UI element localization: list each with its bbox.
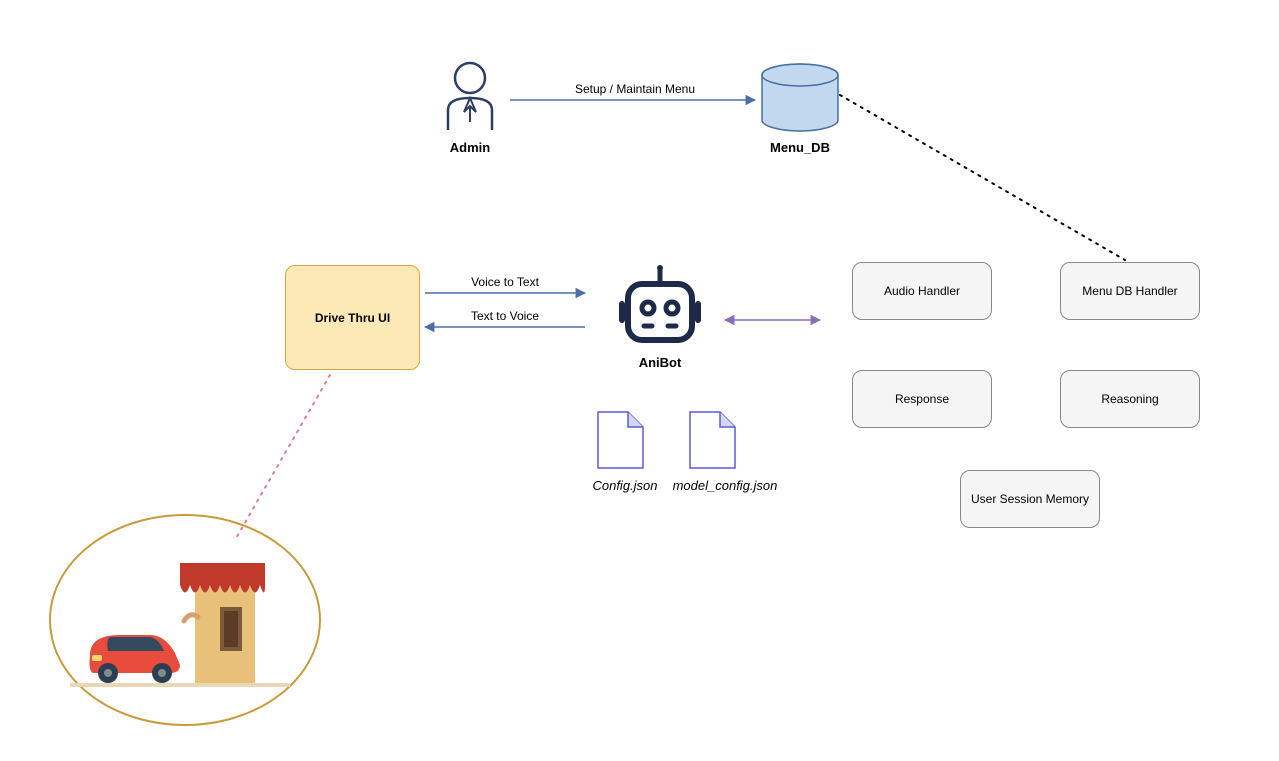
response-box: Response — [852, 370, 992, 428]
drive-thru-illustration — [70, 563, 290, 687]
edge-db-to-handler — [840, 95, 1125, 260]
drive-thru-box: Drive Thru UI — [285, 265, 420, 370]
drive-thru-label: Drive Thru UI — [315, 311, 390, 325]
database-icon — [762, 64, 838, 131]
edge-drive-to-illustration — [235, 375, 330, 540]
audio-handler-box: Audio Handler — [852, 262, 992, 320]
menu-db-handler-box: Menu DB Handler — [1060, 262, 1200, 320]
file-icon-config — [598, 412, 643, 468]
robot-icon — [622, 265, 698, 340]
setup-menu-label: Setup / Maintain Menu — [555, 82, 715, 96]
admin-label: Admin — [430, 140, 510, 155]
menu-db-handler-label: Menu DB Handler — [1082, 284, 1177, 298]
config-file-label: Config.json — [580, 478, 670, 493]
response-label: Response — [895, 392, 949, 406]
session-memory-label: User Session Memory — [971, 492, 1089, 506]
menu-db-label: Menu_DB — [760, 140, 840, 155]
voice-to-text-label: Voice to Text — [450, 275, 560, 289]
reasoning-label: Reasoning — [1101, 392, 1158, 406]
audio-handler-label: Audio Handler — [884, 284, 960, 298]
session-memory-box: User Session Memory — [960, 470, 1100, 528]
anibot-label: AniBot — [625, 355, 695, 370]
admin-icon — [448, 63, 492, 130]
model-config-file-label: model_config.json — [665, 478, 785, 493]
reasoning-box: Reasoning — [1060, 370, 1200, 428]
illustration-frame — [50, 515, 320, 725]
file-icon-model-config — [690, 412, 735, 468]
text-to-voice-label: Text to Voice — [450, 309, 560, 323]
